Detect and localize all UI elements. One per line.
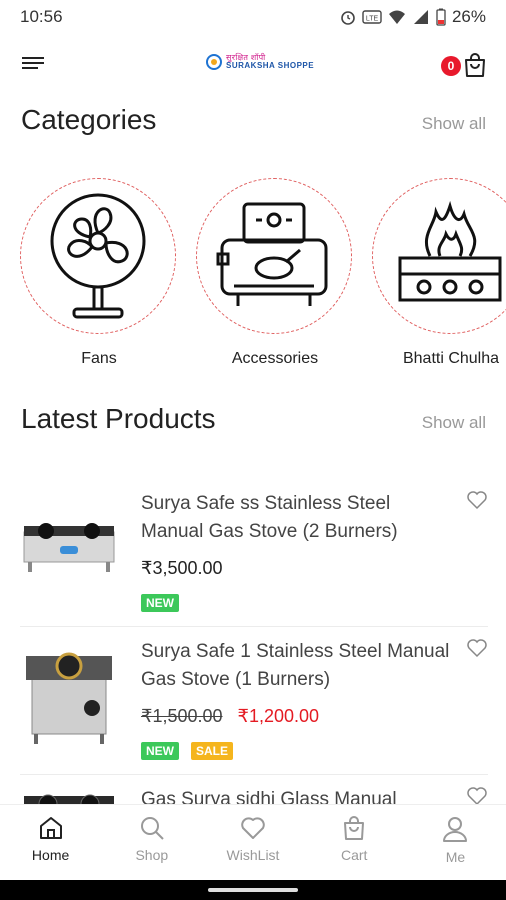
category-accessories[interactable]: Accessories <box>196 178 354 368</box>
product-name: Surya Safe ss Stainless Steel Manual Gas… <box>141 493 398 542</box>
product-card[interactable]: Surya Safe ss Stainless Steel Manual Gas… <box>20 478 488 627</box>
status-icons: LTE 26% <box>340 7 486 27</box>
category-circle <box>20 178 176 334</box>
bhatti-chulha-icon <box>398 200 502 302</box>
header-cart-button[interactable]: 0 <box>441 52 487 80</box>
app-logo[interactable]: सुरक्षित शॉपी SURAKSHA SHOPPE <box>206 54 314 70</box>
nav-label: WishList <box>226 847 280 863</box>
shopping-bag-icon <box>465 53 485 77</box>
battery-level: 26% <box>451 7 486 26</box>
status-bar: 10:56 LTE 26% <box>0 0 506 34</box>
fan-icon <box>50 193 146 319</box>
nav-label: Home <box>31 847 70 863</box>
cart-count-badge: 0 <box>441 56 461 76</box>
system-navigation-bar <box>0 880 506 900</box>
hamburger-icon <box>22 57 44 69</box>
category-fans[interactable]: Fans <box>20 178 178 368</box>
bottom-navigation: Home Shop WishList Cart Me <box>0 804 506 881</box>
alarm-icon <box>341 11 355 25</box>
category-circle <box>196 178 352 334</box>
product-price: ₹3,500.00 <box>141 558 223 578</box>
product-sale-price: ₹1,200.00 <box>237 706 320 726</box>
latest-products-show-all-link[interactable]: Show all <box>422 413 486 433</box>
lte-label: LTE <box>366 16 379 23</box>
lte-icon: LTE <box>362 10 382 24</box>
product-image <box>24 794 114 804</box>
cart-icon <box>344 816 365 840</box>
product-image <box>23 523 115 572</box>
categories-show-all-link[interactable]: Show all <box>422 114 486 134</box>
nav-cart[interactable]: Cart <box>304 805 405 881</box>
categories-title: Categories <box>21 104 157 135</box>
wishlist-heart-icon[interactable] <box>466 490 488 510</box>
nav-me[interactable]: Me <box>405 805 506 881</box>
product-prices: ₹3,500.00 <box>141 558 223 579</box>
latest-products-title: Latest Products <box>21 403 216 434</box>
battery-icon <box>436 8 446 26</box>
wishlist-heart-icon[interactable] <box>466 638 488 658</box>
category-bhatti-chulha[interactable]: Bhatti Chulha <box>372 178 506 368</box>
new-badge: NEW <box>141 742 179 760</box>
nav-shop[interactable]: Shop <box>101 805 202 881</box>
product-name: Gas Surya sidhi Glass Manual <box>141 789 397 804</box>
product-card[interactable]: Gas Surya sidhi Glass Manual <box>20 774 488 804</box>
product-old-price: ₹1,500.00 <box>141 706 223 726</box>
user-icon <box>443 817 468 842</box>
product-name: Surya Safe 1 Stainless Steel Manual Gas … <box>141 641 450 690</box>
product-card[interactable]: Surya Safe 1 Stainless Steel Manual Gas … <box>20 626 488 775</box>
product-badges: NEW <box>141 594 179 612</box>
category-label: Bhatti Chulha <box>402 350 500 367</box>
home-icon <box>39 817 62 839</box>
new-badge: NEW <box>141 594 179 612</box>
logo-mark-icon <box>206 54 222 70</box>
product-image <box>26 652 112 744</box>
oven-accessories-icon <box>216 202 328 306</box>
search-icon <box>140 817 164 840</box>
product-list[interactable]: Surya Safe ss Stainless Steel Manual Gas… <box>0 478 506 804</box>
nav-home[interactable]: Home <box>0 805 101 881</box>
category-circle <box>372 178 506 334</box>
wifi-icon <box>388 10 405 24</box>
heart-icon <box>241 817 265 839</box>
nav-label: Shop <box>135 847 169 863</box>
categories-carousel[interactable]: Fans Accessories Bhatti Chulha <box>20 178 506 378</box>
category-label: Accessories <box>231 350 319 367</box>
home-gesture-handle[interactable] <box>208 888 298 892</box>
product-badges: NEW SALE <box>141 742 234 760</box>
status-time: 10:56 <box>20 7 63 26</box>
nav-label: Me <box>445 849 466 865</box>
wishlist-heart-icon[interactable] <box>466 786 488 804</box>
product-prices: ₹1,500.00 ₹1,200.00 <box>141 706 319 727</box>
logo-brand-text: SURAKSHA SHOPPE <box>226 61 315 70</box>
nav-wishlist[interactable]: WishList <box>202 805 303 881</box>
sale-badge: SALE <box>191 742 234 760</box>
app-header: सुरक्षित शॉपी SURAKSHA SHOPPE 0 <box>0 42 506 88</box>
signal-icon <box>413 10 428 24</box>
nav-label: Cart <box>340 847 368 863</box>
category-label: Fans <box>81 350 117 367</box>
menu-button[interactable] <box>22 54 46 74</box>
